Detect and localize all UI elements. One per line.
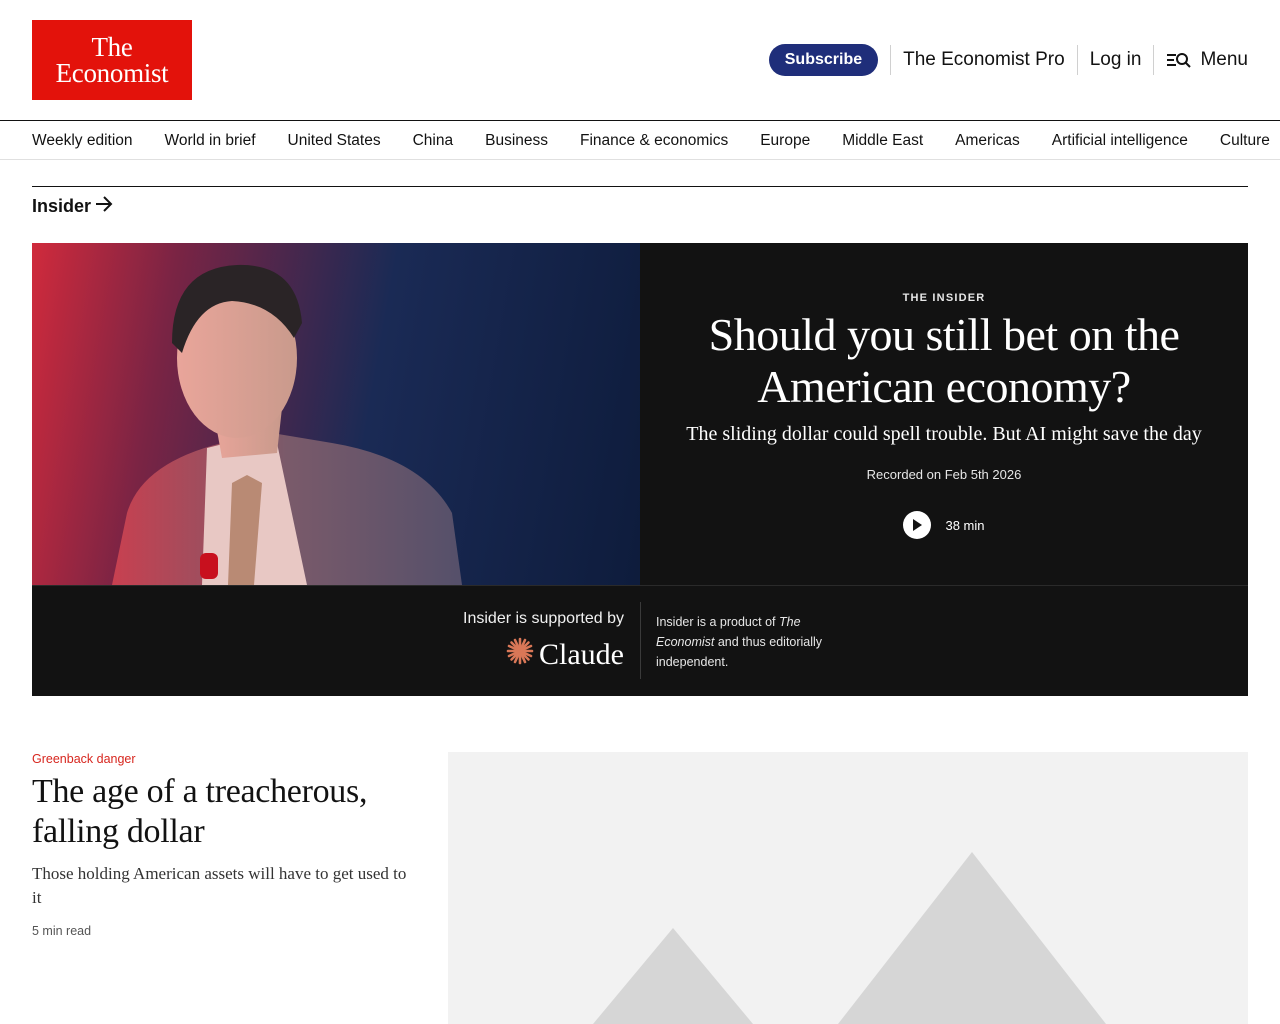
- image-placeholder-icon: [593, 852, 1106, 1024]
- lead-story[interactable]: Greenback danger The age of a treacherou…: [32, 752, 416, 938]
- menu-button[interactable]: Menu: [1166, 49, 1248, 71]
- story-read-time: 5 min read: [32, 924, 92, 938]
- menu-label: Menu: [1200, 49, 1248, 70]
- claude-wordmark: Claude: [539, 638, 624, 671]
- nav-item-americas[interactable]: Americas: [955, 132, 1020, 150]
- editorial-independence-note: Insider is a product of The Economist an…: [656, 612, 846, 672]
- nav-item-artificial-intelligence[interactable]: Artificial intelligence: [1052, 132, 1188, 150]
- claude-logo[interactable]: Claude: [463, 636, 624, 674]
- nav-item-middle-east[interactable]: Middle East: [842, 132, 923, 150]
- economist-pro-link[interactable]: The Economist Pro: [903, 49, 1065, 71]
- section-nav-list: Weekly edition World in brief United State…: [32, 121, 1280, 160]
- header-divider: [890, 45, 892, 75]
- insider-hero-content: THE INSIDER Should you still bet on the …: [640, 243, 1248, 585]
- insider-kicker: THE INSIDER: [902, 292, 986, 304]
- story-description: Those holding American assets will have …: [32, 864, 407, 907]
- search-menu-icon: [1166, 50, 1192, 70]
- arrow-right-icon: [95, 196, 113, 217]
- subscribe-button[interactable]: Subscribe: [768, 44, 879, 76]
- section-title-insider[interactable]: Insider: [32, 196, 113, 217]
- section-nav: Weekly edition World in brief United State…: [0, 120, 1280, 160]
- insider-headline[interactable]: Should you still bet on the American eco…: [680, 309, 1208, 413]
- note-prefix: Insider is a product of: [656, 615, 779, 629]
- nav-item-finance-economics[interactable]: Finance & economics: [580, 132, 728, 150]
- insider-duration: 38 min: [945, 517, 985, 533]
- story-flytitle[interactable]: Greenback danger: [32, 752, 416, 766]
- nav-item-business[interactable]: Business: [485, 132, 548, 150]
- header-actions: Subscribe The Economist Pro Log in Menu: [768, 44, 1248, 76]
- nav-item-weekly-edition[interactable]: Weekly edition: [32, 132, 133, 150]
- story-headline[interactable]: The age of a treacherous, falling dollar: [32, 772, 416, 852]
- claude-starburst-icon: [505, 636, 535, 674]
- sponsor-block: Insider is supported by Claude: [463, 610, 624, 674]
- nav-item-china[interactable]: China: [413, 132, 454, 150]
- section-rule: [32, 186, 1248, 187]
- nav-item-world-in-brief[interactable]: World in brief: [165, 132, 256, 150]
- header-divider: [1076, 45, 1078, 75]
- sponsor-label: Insider is supported by: [463, 610, 624, 627]
- economist-logo[interactable]: The Economist: [32, 20, 192, 100]
- insider-hero[interactable]: THE INSIDER Should you still bet on the …: [32, 243, 1248, 696]
- insider-subtitle: The sliding dollar could spell trouble. …: [686, 423, 1202, 445]
- speaker-photo-illustration: [112, 264, 462, 585]
- logo-line-the: The: [91, 32, 133, 62]
- play-icon[interactable]: [903, 511, 932, 539]
- header-divider: [1153, 45, 1155, 75]
- site-header: The Economist Subscribe The Economist Pr…: [0, 0, 1280, 120]
- insider-recorded-date: Recorded on Feb 5th 2026: [866, 467, 1022, 482]
- nav-item-united-states[interactable]: United States: [288, 132, 381, 150]
- story-image[interactable]: [448, 752, 1248, 1024]
- insider-hero-image[interactable]: [32, 243, 640, 585]
- section-title-label: Insider: [32, 196, 92, 216]
- sponsor-divider: [640, 602, 641, 679]
- nav-item-culture[interactable]: Culture: [1220, 132, 1270, 150]
- sponsor-bar: Insider is supported by Claude Insider i…: [32, 585, 1248, 696]
- logo-line-economist: Economist: [55, 58, 169, 88]
- nav-item-europe[interactable]: Europe: [760, 132, 810, 150]
- login-link[interactable]: Log in: [1090, 49, 1142, 71]
- insider-play-control[interactable]: 38 min: [640, 511, 1248, 539]
